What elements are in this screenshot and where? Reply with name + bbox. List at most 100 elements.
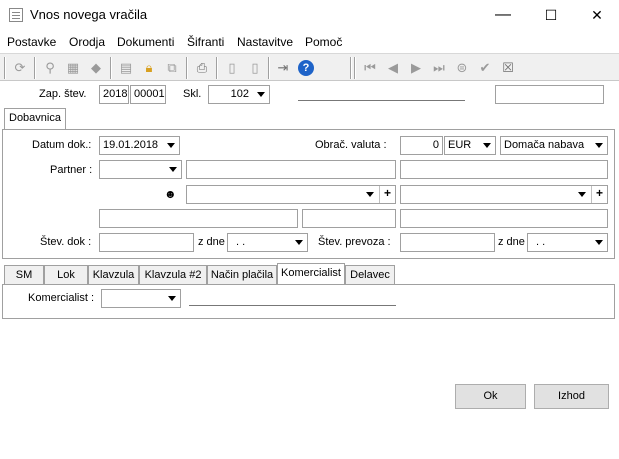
z-dne-date-1[interactable]: . . xyxy=(227,233,308,252)
chevron-down-icon[interactable] xyxy=(253,86,269,103)
header-extra-field[interactable] xyxy=(495,85,604,104)
toolbar-separator xyxy=(268,57,270,79)
contact-select[interactable]: + xyxy=(186,185,396,204)
date-placeholder-1: . . xyxy=(236,236,246,248)
menu-dokumenti[interactable]: Dokumenti xyxy=(117,35,174,49)
datum-field[interactable]: 19.01.2018 xyxy=(99,136,180,155)
up-icon[interactable]: ⊜ xyxy=(452,58,472,78)
tab-sm[interactable]: SM xyxy=(4,265,44,285)
toolbar: ⟳ ⚲ ▦ ◆ ▤ 🔒︎ ⧉ ⎙ ▯ ▯ ⇥ ? ⏮ ◀ ▶ ⏭ ⊜ ✔ ☒ xyxy=(0,53,619,81)
chevron-down-icon[interactable] xyxy=(291,234,307,251)
partner-code-select[interactable] xyxy=(99,160,182,179)
tab-lok[interactable]: Lok xyxy=(44,265,88,285)
toolbar-separator xyxy=(186,57,188,79)
nabava-value: Domača nabava xyxy=(504,139,585,151)
print-icon[interactable]: ⎙ xyxy=(192,58,212,78)
toolbar-separator xyxy=(4,57,6,79)
tab-delavec[interactable]: Delavec xyxy=(345,265,395,285)
menu-sifranti[interactable]: Šifranti xyxy=(187,35,224,49)
chevron-down-icon[interactable] xyxy=(164,290,180,307)
save-icon[interactable]: ▦ xyxy=(63,58,83,78)
menu-bar: Postavke Orodja Dokumenti Šifranti Nasta… xyxy=(0,32,619,53)
plus-icon[interactable]: + xyxy=(591,186,607,203)
menu-postavke[interactable]: Postavke xyxy=(7,35,56,49)
partner-label: Partner : xyxy=(50,164,93,176)
valuta-code-select[interactable]: EUR xyxy=(444,136,496,155)
tab-klavzula[interactable]: Klavzula xyxy=(88,265,139,285)
partner-name-field[interactable] xyxy=(186,160,396,179)
stev-dok-label: Štev. dok : xyxy=(40,236,92,248)
tab-komercialist[interactable]: Komercialist xyxy=(277,263,345,285)
address-field-3[interactable] xyxy=(400,209,608,228)
check-icon[interactable]: ✔ xyxy=(475,58,495,78)
title-bar: Vnos novega vračila — ☐ ✕ xyxy=(0,0,619,31)
eraser-icon[interactable]: ◆ xyxy=(86,58,106,78)
first-icon[interactable]: ⏮ xyxy=(360,58,380,78)
partner-extra-field[interactable] xyxy=(400,160,608,179)
toolbar-separator xyxy=(110,57,112,79)
next-icon[interactable]: ▶ xyxy=(406,58,426,78)
chevron-down-icon[interactable] xyxy=(574,186,590,203)
komercialist-select[interactable] xyxy=(101,289,181,308)
tab-nacin-placila[interactable]: Način plačila xyxy=(207,265,277,285)
skl-value: 102 xyxy=(230,88,249,100)
page2-icon[interactable]: ▯ xyxy=(245,58,265,78)
address-select[interactable]: + xyxy=(400,185,608,204)
cancel-icon[interactable]: ☒ xyxy=(498,58,518,78)
app-icon xyxy=(9,8,23,22)
toolbar-separator xyxy=(350,57,352,79)
chevron-down-icon[interactable] xyxy=(163,137,179,154)
tab-dobavnica[interactable]: Dobavnica xyxy=(4,108,66,130)
last-icon[interactable]: ⏭ xyxy=(429,58,449,78)
komercialist-label: Komercialist : xyxy=(28,292,95,304)
calculator-icon[interactable]: ▤ xyxy=(116,58,136,78)
minimize-button[interactable]: — xyxy=(480,0,526,31)
toolbar-separator xyxy=(354,57,356,79)
nabava-select[interactable]: Domača nabava xyxy=(500,136,608,155)
exit-icon[interactable]: ⇥ xyxy=(273,58,293,78)
stev-dok-field[interactable] xyxy=(99,233,194,252)
valuta-code-value: EUR xyxy=(448,139,472,151)
menu-nastavitve[interactable]: Nastavitve xyxy=(237,35,293,49)
address-field-2[interactable] xyxy=(302,209,396,228)
refresh-icon[interactable]: ⟳ xyxy=(10,58,30,78)
stev-prevoza-label: Štev. prevoza : xyxy=(318,236,391,248)
chevron-down-icon[interactable] xyxy=(591,137,607,154)
year-field[interactable]: 2018 xyxy=(99,85,129,104)
number-field[interactable]: 00001 xyxy=(130,85,166,104)
komercialist-name-line xyxy=(189,305,396,306)
window-title: Vnos novega vračila xyxy=(30,7,148,22)
copy-icon[interactable]: ⧉ xyxy=(162,58,182,78)
help-icon[interactable]: ? xyxy=(296,58,316,78)
maximize-button[interactable]: ☐ xyxy=(528,0,574,31)
plus-icon[interactable]: + xyxy=(379,186,395,203)
stev-prevoza-field[interactable] xyxy=(400,233,495,252)
chevron-down-icon[interactable] xyxy=(362,186,378,203)
chevron-down-icon[interactable] xyxy=(591,234,607,251)
ok-button[interactable]: Ok xyxy=(455,384,526,409)
page-icon[interactable]: ▯ xyxy=(222,58,242,78)
chevron-down-icon[interactable] xyxy=(479,137,495,154)
toolbar-separator xyxy=(216,57,218,79)
menu-orodja[interactable]: Orodja xyxy=(69,35,105,49)
contact-person-icon[interactable]: ☻ xyxy=(164,186,182,202)
z-dne-label-2: z dne xyxy=(498,236,525,248)
prev-icon[interactable]: ◀ xyxy=(383,58,403,78)
z-dne-date-2[interactable]: . . xyxy=(527,233,608,252)
lock-icon[interactable]: 🔒︎ xyxy=(139,58,159,78)
skl-description-line xyxy=(298,100,465,101)
valuta-amount-field[interactable]: 0 xyxy=(400,136,443,155)
menu-pomoc[interactable]: Pomoč xyxy=(305,35,342,49)
pin-icon[interactable]: ⚲ xyxy=(40,58,60,78)
chevron-down-icon[interactable] xyxy=(165,161,181,178)
datum-label: Datum dok.: xyxy=(32,139,92,151)
skl-select[interactable]: 102 xyxy=(208,85,270,104)
datum-value: 19.01.2018 xyxy=(103,139,159,151)
date-placeholder-2: . . xyxy=(536,236,546,248)
tab-klavzula-2[interactable]: Klavzula #2 xyxy=(139,265,207,285)
toolbar-separator xyxy=(34,57,36,79)
izhod-button[interactable]: Izhod xyxy=(534,384,609,409)
close-button[interactable]: ✕ xyxy=(574,0,619,31)
address-field-1[interactable] xyxy=(99,209,298,228)
z-dne-label-1: z dne xyxy=(198,236,225,248)
